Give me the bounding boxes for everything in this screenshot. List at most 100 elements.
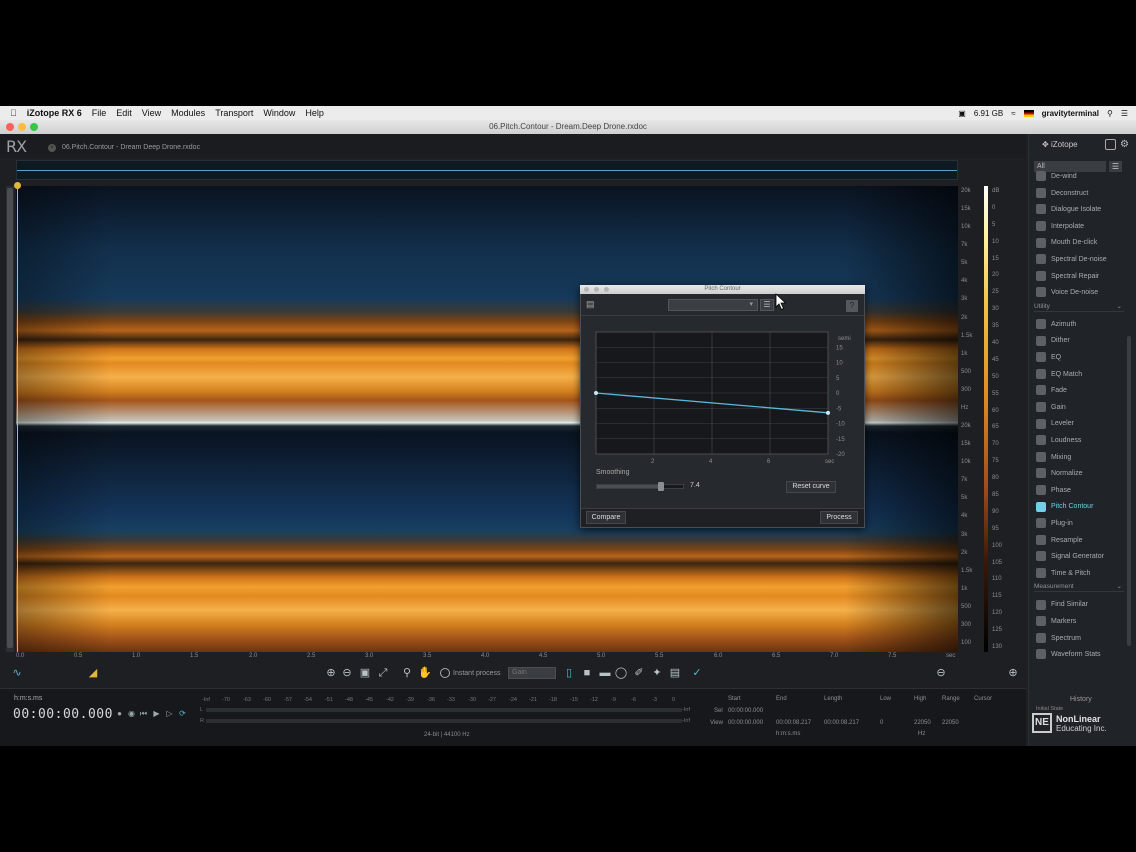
hand-tool-icon[interactable]: ✋ <box>418 666 432 680</box>
preset-select[interactable]: ▾ <box>668 299 758 311</box>
module-item[interactable]: EQ <box>1036 351 1122 365</box>
zoom-selection-icon[interactable]: ▣ <box>358 666 372 680</box>
pc-close-button[interactable] <box>584 287 589 292</box>
menubar-user[interactable]: gravityterminal <box>1042 109 1099 118</box>
module-item[interactable]: Spectral De-noise <box>1036 253 1122 267</box>
module-item[interactable]: Markers <box>1036 615 1122 629</box>
instant-process-toggle[interactable]: Instant process <box>440 668 500 678</box>
module-item[interactable]: Dither <box>1036 334 1122 348</box>
smoothing-slider-knob[interactable] <box>658 482 664 491</box>
module-item[interactable]: Voice De-noise <box>1036 286 1122 300</box>
module-item[interactable]: Resample <box>1036 534 1122 548</box>
module-item[interactable]: Fade <box>1036 384 1122 398</box>
module-item[interactable]: Gain <box>1036 401 1122 415</box>
menu-app[interactable]: iZotope RX 6 <box>27 108 82 118</box>
reset-curve-button[interactable]: Reset curve <box>786 481 836 493</box>
time-selection-icon[interactable]: ▯ <box>562 666 576 680</box>
module-view-icon[interactable] <box>1105 139 1116 150</box>
module-item[interactable]: Mouth De-click <box>1036 236 1122 250</box>
instant-process-mode-select[interactable]: Gain <box>508 667 556 679</box>
mic-record-icon[interactable]: ● <box>114 708 125 719</box>
process-button[interactable]: Process <box>820 511 858 524</box>
waveform-overview[interactable] <box>16 160 958 180</box>
module-item[interactable]: De-wind <box>1036 170 1122 184</box>
list-icon[interactable]: ☰ <box>1121 109 1128 118</box>
compare-button[interactable]: Compare <box>586 511 626 524</box>
menu-file[interactable]: File <box>92 108 107 118</box>
smoothing-slider[interactable] <box>596 482 684 491</box>
pitch-curve-graph[interactable]: semi 15 10 5 0 -5 -10 -15 -20 2 4 6 sec <box>594 330 858 470</box>
module-item[interactable]: Azimuth <box>1036 318 1122 332</box>
zoom-in-icon[interactable]: ⊕ <box>324 666 338 680</box>
pitch-contour-titlebar[interactable]: Pitch Contour <box>580 285 865 294</box>
loop-icon[interactable]: ⟳ <box>177 708 188 719</box>
module-item[interactable]: EQ Match <box>1036 368 1122 382</box>
minimize-window-button[interactable] <box>18 123 26 131</box>
brush-icon[interactable]: ✐ <box>632 666 646 680</box>
module-item[interactable]: Signal Generator <box>1036 550 1122 564</box>
section-measurement[interactable]: Measurement ⌄ <box>1034 582 1124 593</box>
module-panel-scrollbar[interactable] <box>1127 336 1131 646</box>
scroll-thumb[interactable] <box>7 188 13 648</box>
menu-transport[interactable]: Transport <box>215 108 253 118</box>
file-tab[interactable]: × 06.Pitch.Contour - Dream Deep Drone.rx… <box>48 141 234 155</box>
module-item[interactable]: Normalize <box>1036 467 1122 481</box>
menu-help[interactable]: Help <box>305 108 324 118</box>
help-icon[interactable]: ? <box>846 300 858 312</box>
menu-modules[interactable]: Modules <box>171 108 205 118</box>
pc-minimize-button[interactable] <box>594 287 599 292</box>
flag-icon[interactable] <box>1023 109 1034 117</box>
module-item[interactable]: Spectral Repair <box>1036 270 1122 284</box>
module-item[interactable]: Spectrum <box>1036 632 1122 646</box>
zoom-fit-icon[interactable]: ⤢ <box>376 666 390 680</box>
playhead[interactable] <box>17 182 18 652</box>
close-window-button[interactable] <box>6 123 14 131</box>
play-icon[interactable]: ▶ <box>151 708 162 719</box>
smoothing-value[interactable]: 7.4 <box>690 482 700 489</box>
module-item[interactable]: Time & Pitch <box>1036 567 1122 581</box>
time-format-select[interactable]: h:m:s.ms <box>14 695 42 702</box>
harmonic-selection-icon[interactable]: ▤ <box>668 666 682 680</box>
magic-wand-icon[interactable]: ✦ <box>650 666 664 680</box>
preset-menu-icon[interactable]: ☰ <box>760 299 774 311</box>
playhead-handle[interactable] <box>14 182 21 189</box>
frequency-selection-icon[interactable]: ■ <box>580 666 594 680</box>
spectrogram-toggle-icon[interactable]: ◢ <box>86 666 100 680</box>
module-item[interactable]: Dialogue Isolate <box>1036 203 1122 217</box>
settings-gear-icon[interactable]: ⚙ <box>1120 139 1131 150</box>
waveform-toggle-icon[interactable]: ∿ <box>10 666 24 680</box>
module-item[interactable]: Deconstruct <box>1036 187 1122 201</box>
confirm-icon[interactable]: ✓ <box>690 666 704 680</box>
curve-node-end[interactable] <box>826 410 830 415</box>
module-item[interactable]: Waveform Stats <box>1036 648 1122 662</box>
module-item[interactable]: Leveler <box>1036 417 1122 431</box>
vertical-scrollbar[interactable] <box>6 186 14 652</box>
section-utility[interactable]: Utility ⌄ <box>1034 302 1124 312</box>
spotlight-icon[interactable]: ⚲ <box>1107 109 1113 118</box>
wifi-icon[interactable]: ≈ <box>1011 109 1015 118</box>
rect-selection-icon[interactable]: ▬ <box>598 666 612 680</box>
module-item[interactable]: Pitch Contour <box>1036 500 1122 514</box>
zoom-in-horizontal-icon[interactable]: ⊕ <box>1006 666 1020 680</box>
memory-icon[interactable]: ▣ <box>958 109 966 118</box>
menu-view[interactable]: View <box>142 108 161 118</box>
zoom-out-icon[interactable]: ⊖ <box>340 666 354 680</box>
module-item[interactable]: Mixing <box>1036 451 1122 465</box>
record-icon[interactable]: ◉ <box>126 708 137 719</box>
play-selection-icon[interactable]: ▷ <box>164 708 175 719</box>
module-item[interactable]: Loudness <box>1036 434 1122 448</box>
zoom-tool-icon[interactable]: ⚲ <box>400 666 414 680</box>
menu-window[interactable]: Window <box>263 108 295 118</box>
close-tab-icon[interactable]: × <box>48 144 56 152</box>
module-item[interactable]: Find Similar <box>1036 598 1122 612</box>
skip-back-icon[interactable]: ⏮ <box>138 708 149 719</box>
apple-icon[interactable]:  <box>10 108 17 118</box>
menu-edit[interactable]: Edit <box>116 108 132 118</box>
zoom-window-button[interactable] <box>30 123 38 131</box>
pc-zoom-button[interactable] <box>604 287 609 292</box>
zoom-out-horizontal-icon[interactable]: ⊖ <box>934 666 948 680</box>
curve-node-start[interactable] <box>594 391 598 395</box>
module-item[interactable]: Phase <box>1036 484 1122 498</box>
module-item[interactable]: Interpolate <box>1036 220 1122 234</box>
lasso-icon[interactable]: ◯ <box>614 666 628 680</box>
